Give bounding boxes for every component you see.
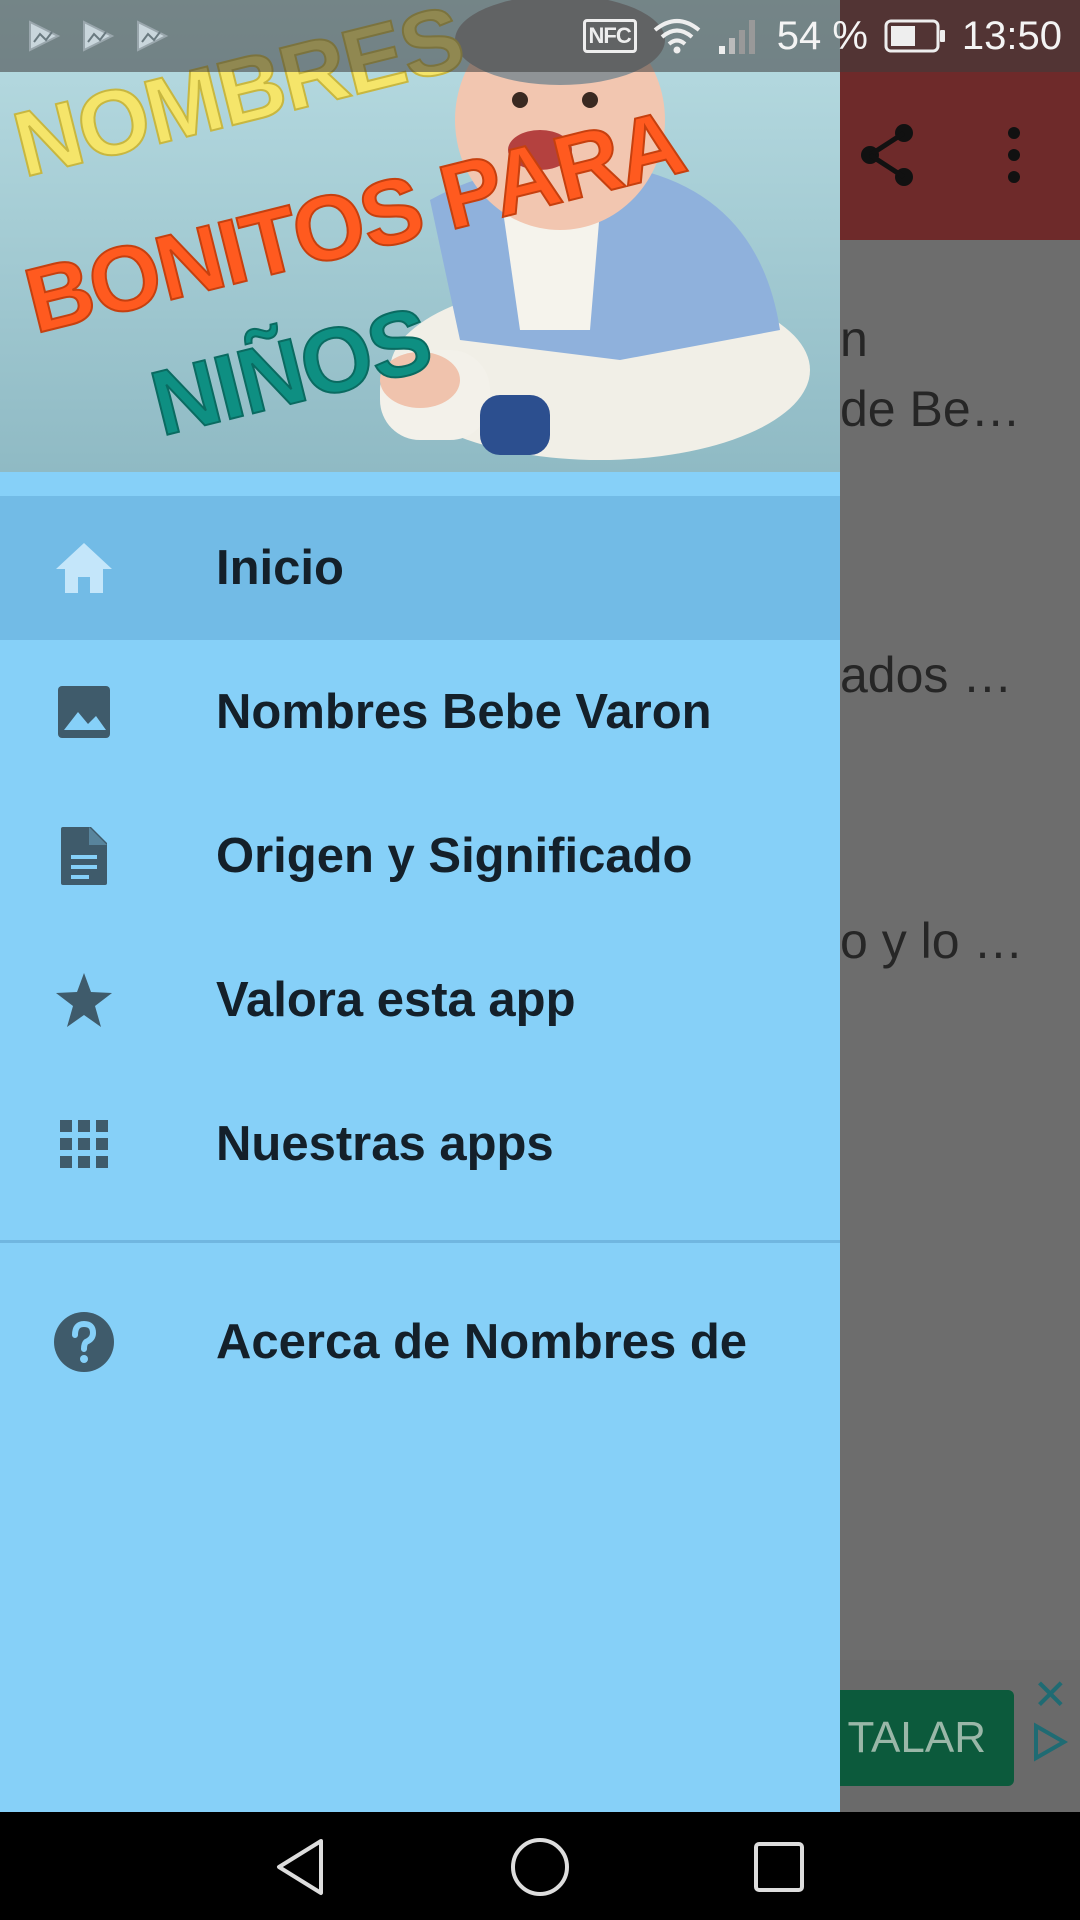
home-icon (52, 536, 116, 600)
home-circle-icon[interactable] (507, 1834, 573, 1900)
status-indicators: NFC 54 % 13:50 (582, 0, 1062, 72)
adchoices-icon[interactable] (1032, 1722, 1069, 1767)
menu-item-acerca-de[interactable]: Acerca de Nombres de (0, 1270, 840, 1414)
menu-item-label: Inicio (216, 541, 344, 595)
list-item[interactable]: de Be… (840, 380, 1021, 438)
notification-icons (26, 18, 170, 54)
image-icon (52, 680, 116, 744)
menu-item-valora-app[interactable]: Valora esta app (0, 928, 840, 1072)
wifi-icon (653, 19, 700, 54)
clock: 13:50 (961, 13, 1062, 58)
ad-install-button[interactable]: TALAR (820, 1690, 1014, 1786)
share-icon[interactable] (853, 120, 923, 190)
drawer-divider (0, 1240, 840, 1243)
menu-item-nombres-bebe-varon[interactable]: Nombres Bebe Varon (0, 640, 840, 784)
nfc-icon: NFC (582, 19, 637, 53)
battery-percent: 54 % (776, 13, 868, 58)
menu-item-inicio[interactable]: Inicio (0, 496, 840, 640)
document-icon (52, 824, 116, 888)
drawer-menu: Inicio Nombres Bebe Varon Origen y Signi… (0, 496, 840, 1216)
menu-item-label: Origen y Significado (216, 829, 693, 883)
close-icon[interactable]: ✕ (1033, 1670, 1068, 1719)
photo-flag-icon (83, 20, 115, 52)
menu-item-label: Nuestras apps (216, 1117, 554, 1171)
menu-item-label: Acerca de Nombres de (216, 1315, 748, 1369)
star-icon (52, 968, 116, 1032)
list-item[interactable]: o y lo … (840, 912, 1023, 970)
menu-item-nuestras-apps[interactable]: Nuestras apps (0, 1072, 840, 1216)
recents-icon[interactable] (746, 1834, 812, 1900)
back-icon[interactable] (268, 1834, 334, 1900)
list-item[interactable]: n (840, 310, 868, 368)
more-vert-icon[interactable] (979, 120, 1049, 190)
menu-item-label: Nombres Bebe Varon (216, 685, 712, 739)
help-icon (52, 1310, 116, 1374)
photo-flag-icon (29, 20, 61, 52)
navigation-drawer: NOMBRES BONITOS PARA NIÑOS Inicio Nombre… (0, 0, 840, 1812)
menu-item-origen-significado[interactable]: Origen y Significado (0, 784, 840, 928)
status-bar: NFC 54 % 13:50 (0, 0, 1080, 72)
battery-icon (884, 19, 945, 53)
apps-grid-icon (52, 1112, 116, 1176)
signal-icon (718, 20, 755, 54)
list-item[interactable]: ados … (840, 646, 1012, 704)
menu-item-label: Valora esta app (216, 973, 576, 1027)
system-nav-bar (0, 1812, 1080, 1920)
photo-flag-icon (137, 20, 169, 52)
